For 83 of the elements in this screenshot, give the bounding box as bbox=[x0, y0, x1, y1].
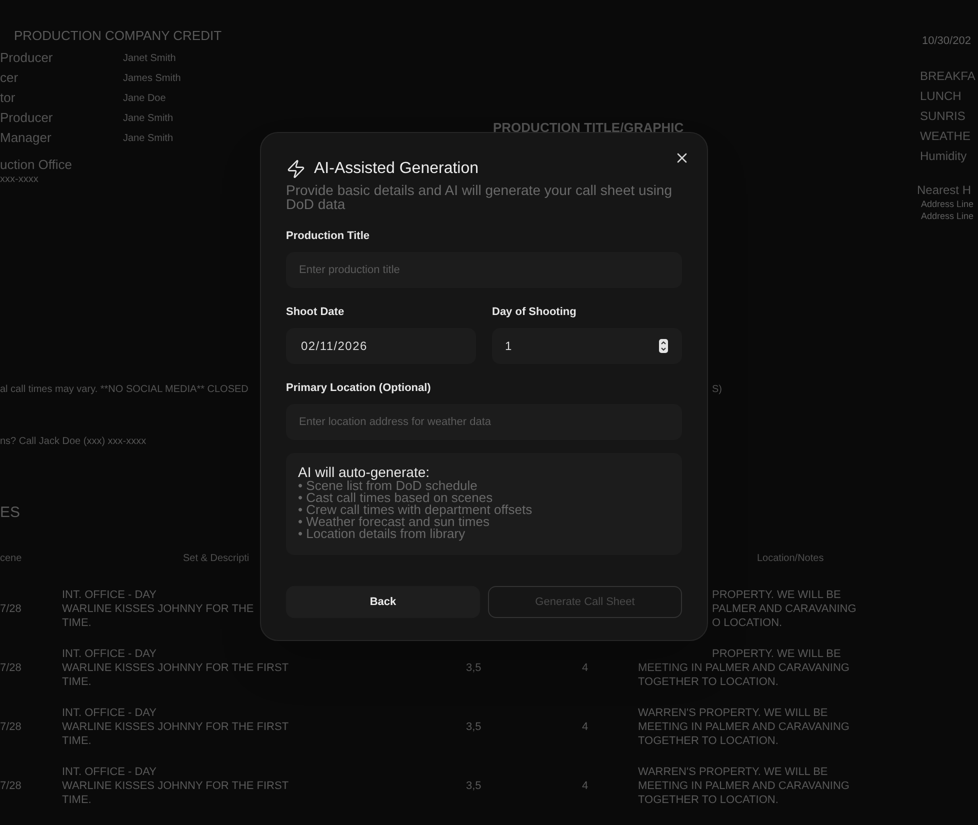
table-cell: INT. OFFICE - DAY bbox=[62, 588, 157, 602]
role-label: Manager bbox=[0, 130, 52, 145]
office-label: uction Office bbox=[0, 157, 72, 173]
info-item: • Crew call times with department offsets bbox=[298, 504, 532, 516]
spinner-icon[interactable] bbox=[659, 339, 668, 353]
summary-label: BREAKFA bbox=[920, 68, 976, 84]
date-field[interactable]: 02/11/2026 bbox=[286, 328, 476, 364]
table-cell: 4 bbox=[582, 662, 588, 674]
column-header: Location/Notes bbox=[757, 553, 824, 564]
hospital-label: Nearest H bbox=[917, 182, 972, 198]
table-cell: WARREN'S PROPERTY. WE WILL BE bbox=[638, 765, 828, 779]
summary-label: Humidity bbox=[920, 148, 967, 164]
dialog-button[interactable]: Back bbox=[286, 586, 480, 618]
text-field[interactable]: Enter location address for weather data bbox=[286, 404, 682, 440]
table-cell: TIME. bbox=[62, 734, 92, 748]
table-cell: 3,5 bbox=[466, 662, 482, 674]
table-cell: MEETING IN PALMER AND CARAVANING bbox=[638, 720, 850, 734]
role-label: Producer bbox=[0, 110, 53, 125]
lightning-icon bbox=[286, 159, 306, 179]
crew-name: Jane Smith bbox=[123, 132, 174, 146]
field-label: Shoot Date bbox=[286, 305, 344, 319]
field-label: Primary Location (Optional) bbox=[286, 381, 431, 395]
production-title-heading: PRODUCTION TITLE/GRAPHIC bbox=[493, 119, 684, 137]
table-cell: WARLINE KISSES JOHNNY FOR THE bbox=[62, 602, 254, 616]
table-cell: PROPERTY. WE WILL BE bbox=[712, 588, 841, 602]
table-cell: INT. OFFICE - DAY bbox=[62, 647, 157, 661]
summary-label: SUNRIS bbox=[920, 108, 966, 124]
crew-name: Jane Smith bbox=[123, 112, 174, 126]
table-cell: 7/28 bbox=[0, 662, 22, 674]
table-cell: MEETING IN PALMER AND CARAVANING bbox=[638, 779, 850, 793]
table-cell: WARLINE KISSES JOHNNY FOR THE FIRST bbox=[62, 720, 289, 734]
table-cell: TOGETHER TO LOCATION. bbox=[638, 734, 778, 748]
note-text: ns? Call Jack Doe (xxx) xxx-xxxx bbox=[0, 436, 146, 447]
table-cell: INT. OFFICE - DAY bbox=[62, 765, 157, 779]
table-cell: O LOCATION. bbox=[712, 616, 782, 630]
column-header: Set & Descripti bbox=[183, 553, 250, 564]
table-cell: 7/28 bbox=[0, 603, 22, 615]
table-cell: MEETING IN PALMER AND CARAVANING bbox=[638, 661, 850, 675]
table-cell: WARREN'S PROPERTY. WE WILL BE bbox=[638, 706, 828, 720]
table-cell: 3,5 bbox=[466, 780, 482, 792]
table-cell: 7/28 bbox=[0, 721, 22, 733]
note-text: al call times may vary. **NO SOCIAL MEDIA** CLOSED bbox=[0, 384, 248, 395]
office-phone: xxx-xxxx bbox=[0, 173, 38, 187]
info-item: • Location details from library bbox=[298, 528, 466, 540]
info-item: • Scene list from DoD schedule bbox=[298, 480, 478, 492]
info-heading: AI will auto-generate: bbox=[298, 464, 430, 480]
column-header: cene bbox=[0, 553, 22, 564]
text-field[interactable]: Enter production title bbox=[286, 252, 682, 288]
role-label: cer bbox=[0, 70, 18, 85]
role-label: Producer bbox=[0, 50, 53, 65]
table-cell: WARLINE KISSES JOHNNY FOR THE FIRST bbox=[62, 661, 289, 675]
table-cell: INT. OFFICE - DAY bbox=[62, 706, 157, 720]
crew-name: Jane Doe bbox=[123, 92, 166, 106]
table-cell: PALMER AND CARAVANING bbox=[712, 602, 856, 616]
section-heading: PRODUCTION COMPANY CREDIT bbox=[13, 28, 222, 44]
summary-label: WEATHE bbox=[920, 128, 970, 144]
table-cell: TIME. bbox=[62, 793, 92, 807]
note-text: S) bbox=[712, 384, 722, 395]
table-cell: 4 bbox=[582, 780, 588, 792]
table-cell: TIME. bbox=[62, 675, 92, 689]
dialog-title: AI-Assisted Generation bbox=[314, 159, 479, 179]
table-cell: TOGETHER TO LOCATION. bbox=[638, 675, 778, 689]
table-cell: WARLINE KISSES JOHNNY FOR THE FIRST bbox=[62, 779, 289, 793]
table-cell: TIME. bbox=[62, 616, 92, 630]
field-label: Production Title bbox=[286, 229, 370, 243]
number-field[interactable]: 1 bbox=[492, 328, 682, 364]
info-item: • Weather forecast and sun times bbox=[298, 516, 490, 528]
field-label: Day of Shooting bbox=[492, 305, 576, 319]
table-cell: TOGETHER TO LOCATION. bbox=[638, 793, 778, 807]
crew-name: James Smith bbox=[123, 72, 181, 86]
table-cell: 3,5 bbox=[466, 721, 482, 733]
crew-name: Janet Smith bbox=[123, 52, 176, 66]
role-label: tor bbox=[0, 90, 16, 105]
address-line: Address Line bbox=[921, 198, 974, 210]
sheet-date: 10/30/202 bbox=[922, 34, 971, 49]
table-cell: 4 bbox=[582, 721, 588, 733]
table-cell: 7/28 bbox=[0, 780, 22, 792]
address-line: Address Line bbox=[921, 210, 974, 222]
info-item: • Cast call times based on scenes bbox=[298, 492, 493, 504]
dialog-description: Provide basic details and AI will generate your call sheet using DoD data bbox=[286, 183, 673, 211]
section-heading: ES bbox=[0, 504, 20, 522]
summary-label: LUNCH bbox=[920, 88, 962, 104]
table-cell: PROPERTY. WE WILL BE bbox=[712, 647, 841, 661]
